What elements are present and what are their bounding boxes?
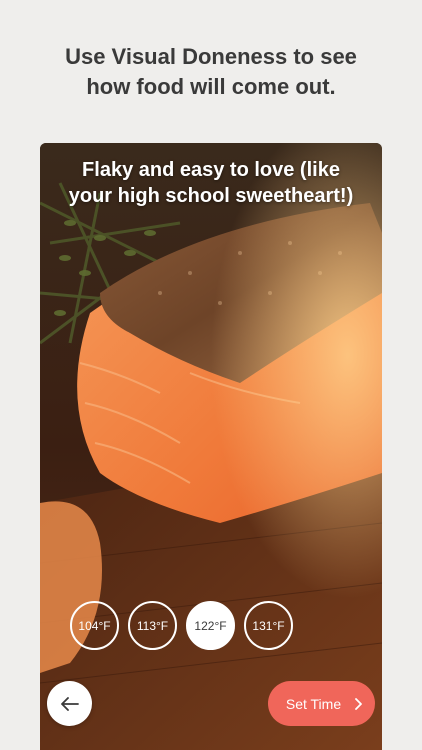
temp-option-104[interactable]: 104°F — [70, 601, 119, 650]
doneness-caption: Flaky and easy to love (like your high s… — [68, 159, 354, 207]
arrow-left-icon — [60, 696, 79, 711]
chevron-right-icon — [355, 697, 363, 710]
salmon-photo — [40, 143, 382, 750]
temp-option-113[interactable]: 113°F — [128, 601, 177, 650]
food-preview-card: Flaky and easy to love (like your high s… — [40, 143, 382, 750]
temp-option-122[interactable]: 122°F — [186, 601, 235, 650]
headline: Use Visual Doneness to see how food will… — [65, 44, 357, 99]
temperature-selector: 104°F 113°F 122°F 131°F — [70, 601, 370, 651]
temp-option-131[interactable]: 131°F — [244, 601, 293, 650]
set-time-label: Set Time — [285, 695, 342, 712]
set-time-button[interactable]: Set Time — [268, 681, 375, 726]
back-button[interactable] — [47, 681, 92, 726]
